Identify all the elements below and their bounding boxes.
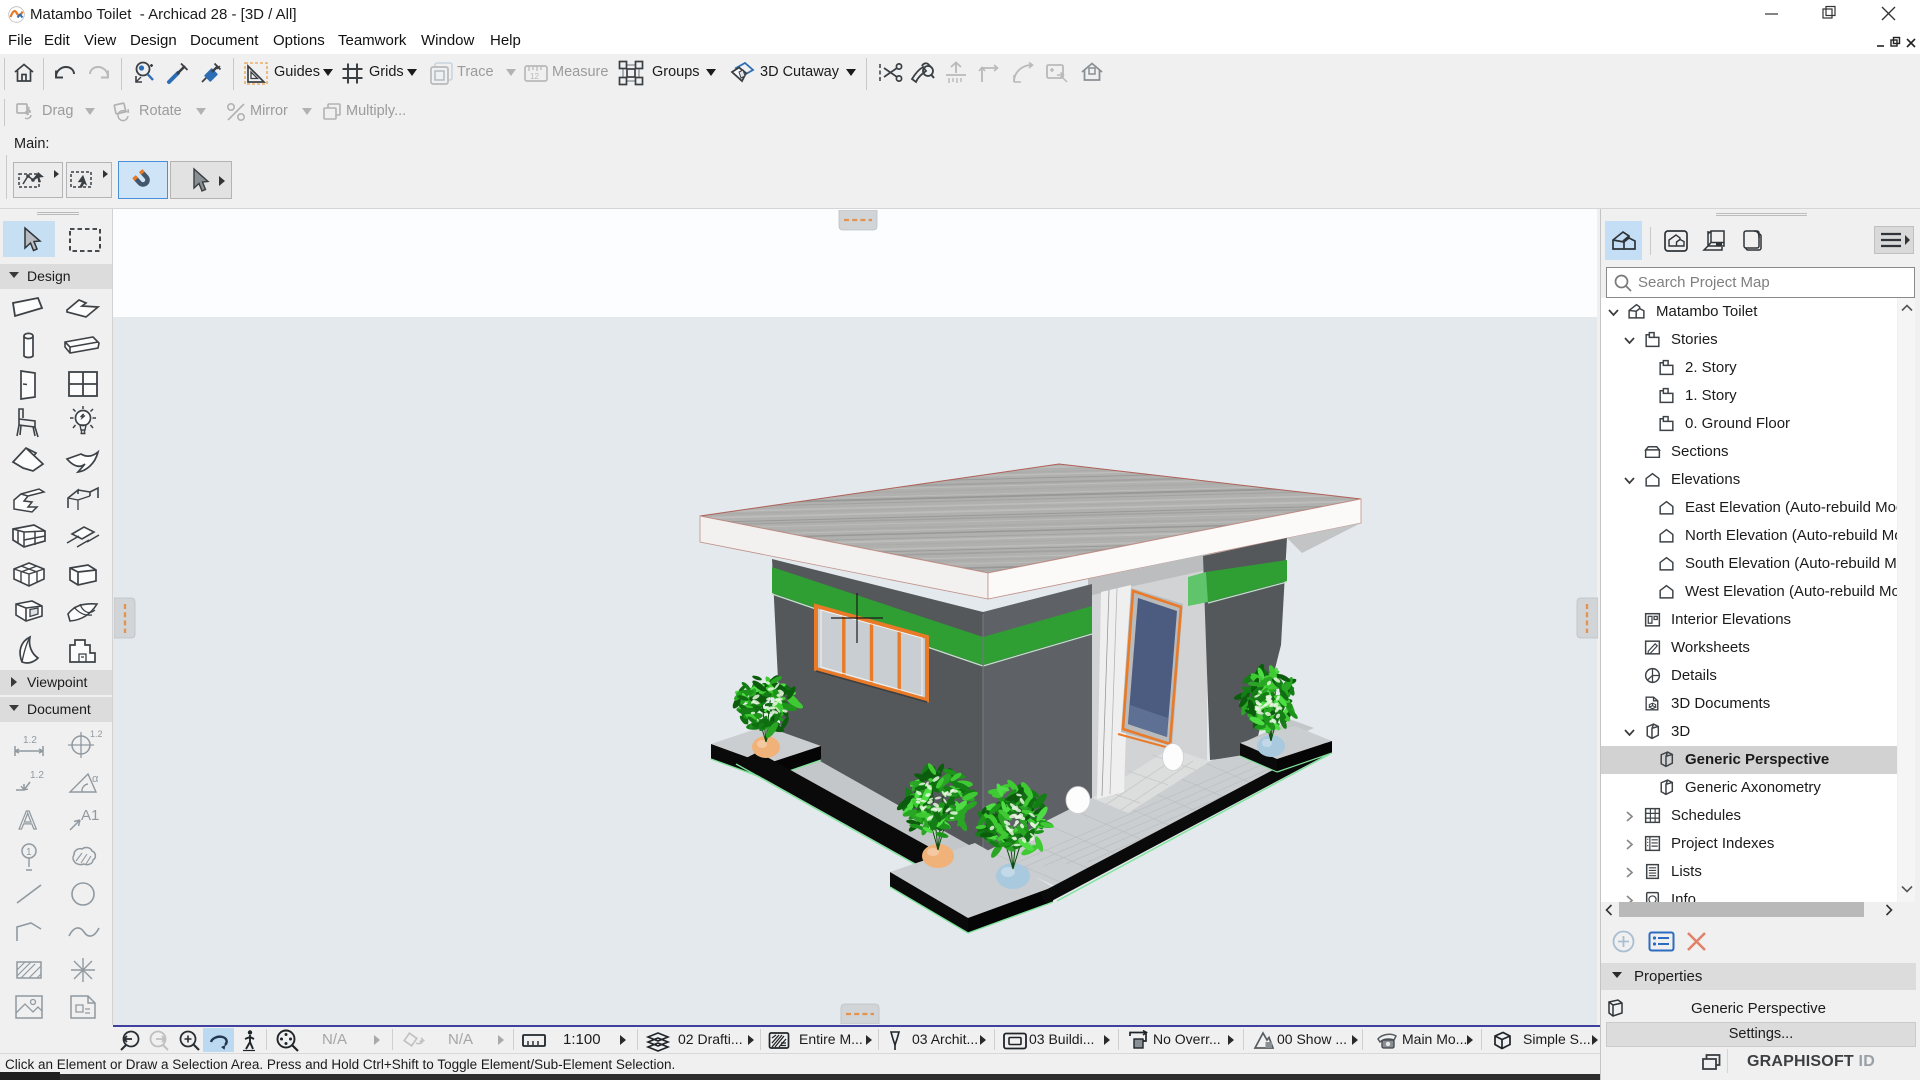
svg-text:α: α bbox=[92, 773, 99, 785]
svg-text:1: 1 bbox=[26, 847, 32, 858]
svg-text:1.2: 1.2 bbox=[90, 729, 102, 739]
svg-text:1.2: 1.2 bbox=[30, 770, 44, 781]
svg-text:A: A bbox=[19, 805, 37, 835]
svg-text:12: 12 bbox=[530, 72, 539, 81]
svg-text:1.2: 1.2 bbox=[23, 735, 37, 746]
svg-text:A1: A1 bbox=[81, 807, 99, 824]
